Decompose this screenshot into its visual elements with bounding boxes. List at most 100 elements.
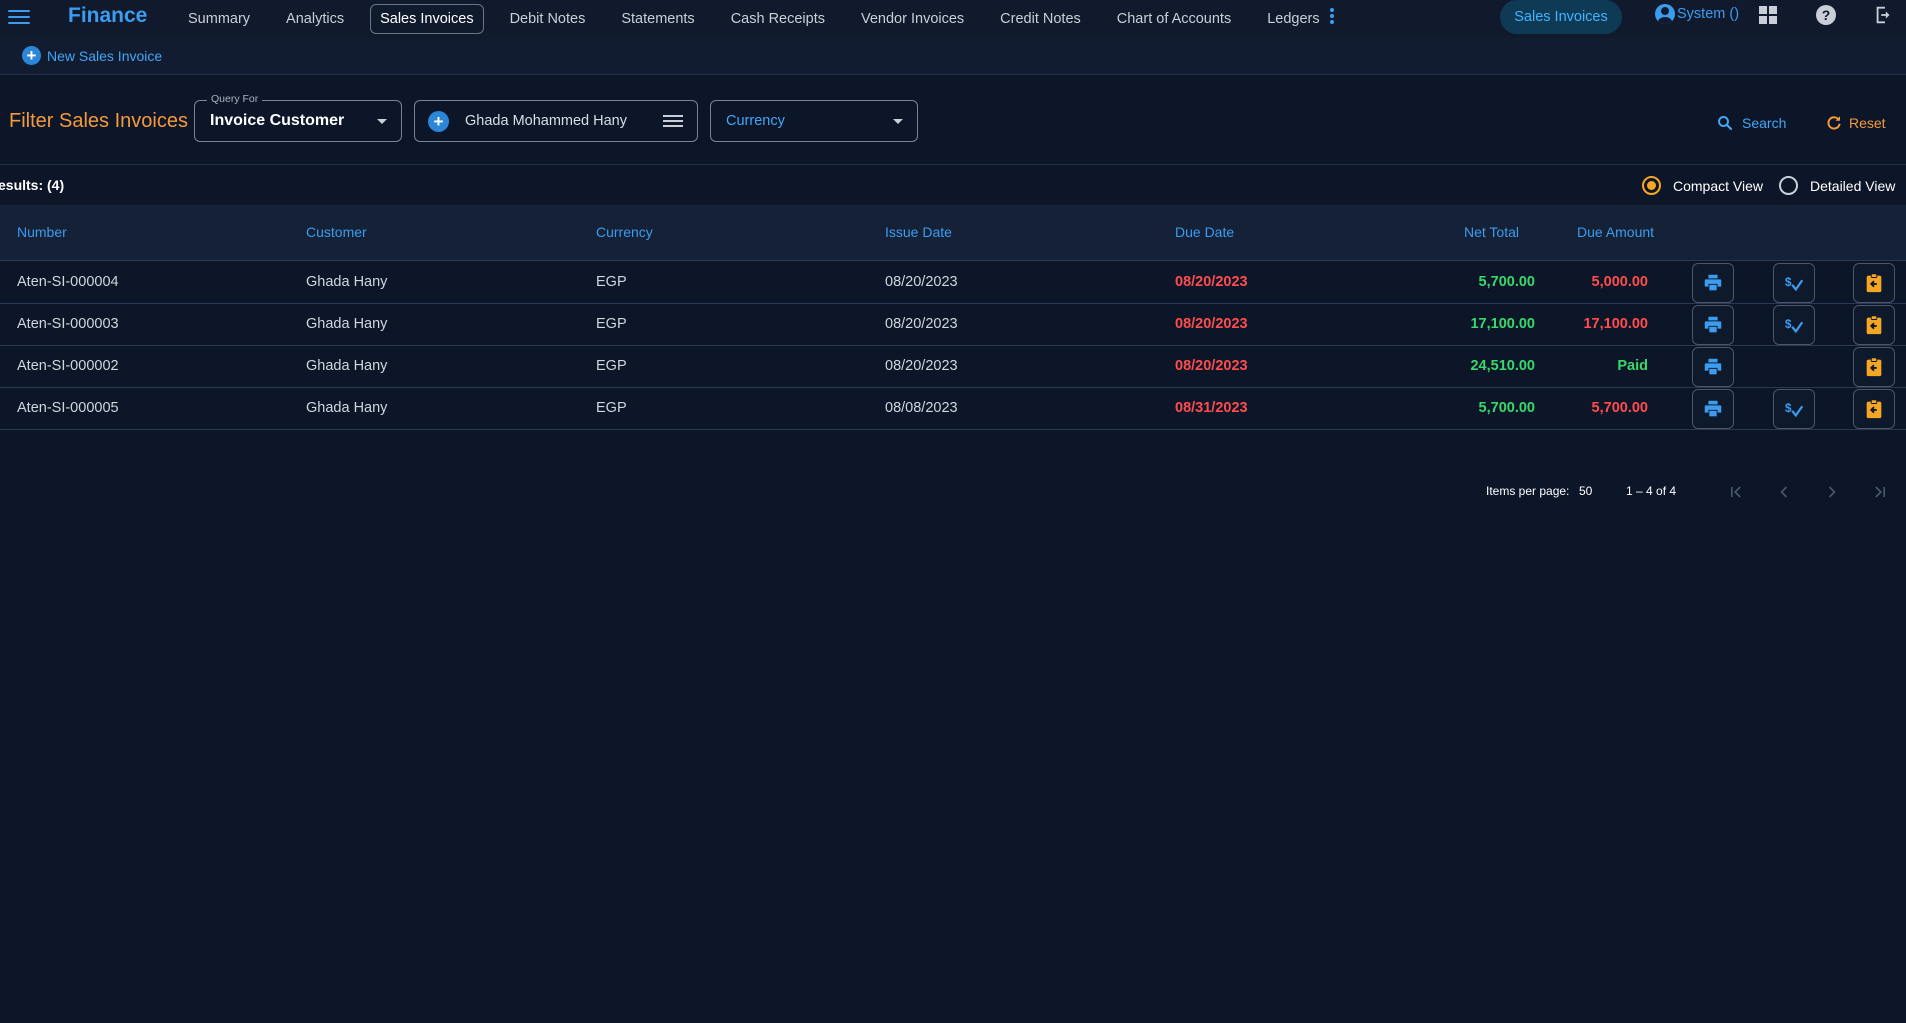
- logout-icon[interactable]: [1873, 4, 1895, 26]
- due-date: 08/20/2023: [1175, 316, 1248, 332]
- clipboard-button[interactable]: [1853, 263, 1895, 303]
- more-vert-icon[interactable]: [1326, 6, 1338, 28]
- nav-vendor-invoices[interactable]: Vendor Invoices: [851, 4, 974, 34]
- new-sales-invoice-label: New Sales Invoice: [47, 47, 163, 64]
- radio-unchecked-icon: [1779, 176, 1798, 195]
- table-row[interactable]: Aten-SI-000002 Ghada Hany EGP 08/20/2023 08/…: [0, 346, 1906, 388]
- nav-summary[interactable]: Summary: [178, 4, 260, 34]
- items-per-page-select[interactable]: 50: [1579, 484, 1592, 498]
- payment-button[interactable]: $: [1773, 389, 1815, 429]
- col-customer[interactable]: Customer: [306, 224, 367, 240]
- nav-ledgers[interactable]: Ledgers: [1257, 4, 1329, 34]
- issue-date: 08/08/2023: [885, 400, 958, 416]
- query-for-select[interactable]: Query For Invoice Customer: [194, 93, 402, 142]
- svg-text:$: $: [1785, 401, 1792, 415]
- customer-name: Ghada Hany: [306, 274, 388, 290]
- nav-credit-notes[interactable]: Credit Notes: [990, 4, 1091, 34]
- col-net-total[interactable]: Net Total: [1464, 224, 1519, 240]
- menu-icon[interactable]: [8, 6, 30, 28]
- top-navbar: Finance Summary Analytics Sales Invoices…: [0, 0, 1906, 38]
- issue-date: 08/20/2023: [885, 316, 958, 332]
- currency-placeholder: Currency: [726, 113, 785, 129]
- invoice-number[interactable]: Aten-SI-000003: [17, 316, 119, 332]
- nav-cash-receipts[interactable]: Cash Receipts: [721, 4, 835, 34]
- clipboard-icon: [1866, 315, 1882, 335]
- print-button[interactable]: [1692, 263, 1734, 303]
- dashboard-icon[interactable]: [1759, 6, 1777, 24]
- currency-code: EGP: [596, 274, 627, 290]
- clipboard-icon: [1866, 357, 1882, 377]
- net-total: 17,100.00: [1470, 316, 1535, 332]
- invoice-number[interactable]: Aten-SI-000002: [17, 358, 119, 374]
- print-icon: [1704, 274, 1722, 291]
- paginator: Items per page: 50 1 – 4 of 4: [0, 480, 1906, 504]
- search-button[interactable]: Search: [1716, 114, 1786, 132]
- col-due-date[interactable]: Due Date: [1175, 224, 1234, 240]
- query-for-value: Invoice Customer: [210, 112, 345, 129]
- detailed-view-radio[interactable]: Detailed View: [1779, 176, 1895, 195]
- svg-text:$: $: [1785, 317, 1792, 331]
- app-brand[interactable]: Finance: [68, 4, 147, 28]
- action-bar: + New Sales Invoice: [0, 38, 1906, 75]
- chevron-down-icon: [377, 119, 387, 124]
- query-for-legend: Query For: [207, 93, 263, 105]
- nav-debit-notes[interactable]: Debit Notes: [500, 4, 596, 34]
- search-icon: [1718, 116, 1733, 131]
- col-number[interactable]: Number: [17, 224, 67, 240]
- reset-icon: [1827, 116, 1841, 130]
- new-sales-invoice-button[interactable]: + New Sales Invoice: [22, 46, 162, 65]
- prev-page-icon[interactable]: [1774, 482, 1794, 502]
- col-due-amount[interactable]: Due Amount: [1577, 224, 1654, 240]
- payment-button[interactable]: $: [1773, 305, 1815, 345]
- next-page-icon[interactable]: [1822, 482, 1842, 502]
- clipboard-icon: [1866, 273, 1882, 293]
- table-row[interactable]: Aten-SI-000004 Ghada Hany EGP 08/20/2023 08/…: [0, 262, 1906, 304]
- table-row[interactable]: Aten-SI-000003 Ghada Hany EGP 08/20/2023 08/…: [0, 304, 1906, 346]
- module-pill[interactable]: Sales Invoices: [1500, 0, 1622, 34]
- print-button[interactable]: [1692, 347, 1734, 387]
- payment-icon: $: [1785, 275, 1804, 292]
- invoice-number[interactable]: Aten-SI-000004: [17, 274, 119, 290]
- customer-name: Ghada Hany: [306, 316, 388, 332]
- clipboard-button[interactable]: [1853, 305, 1895, 345]
- chevron-down-icon: [893, 119, 903, 124]
- list-icon[interactable]: [663, 115, 683, 130]
- print-icon: [1704, 358, 1722, 375]
- svg-text:$: $: [1785, 275, 1792, 289]
- user-menu[interactable]: System (): [1655, 4, 1739, 24]
- customer-field[interactable]: + Ghada Mohammed Hany: [414, 100, 698, 142]
- payment-icon: $: [1785, 401, 1804, 418]
- currency-select[interactable]: Currency: [710, 100, 918, 142]
- first-page-icon[interactable]: [1726, 482, 1746, 502]
- due-amount: 17,100.00: [1583, 316, 1648, 332]
- customer-name: Ghada Hany: [306, 358, 388, 374]
- add-circle-icon[interactable]: +: [428, 110, 449, 132]
- nav-analytics[interactable]: Analytics: [276, 4, 354, 34]
- payment-button[interactable]: $: [1773, 263, 1815, 303]
- results-count: esults: (4): [0, 177, 65, 193]
- currency-code: EGP: [596, 400, 627, 416]
- last-page-icon[interactable]: [1870, 482, 1890, 502]
- nav-statements[interactable]: Statements: [611, 4, 704, 34]
- print-button[interactable]: [1692, 305, 1734, 345]
- reset-button[interactable]: Reset: [1825, 114, 1886, 132]
- print-icon: [1704, 400, 1722, 417]
- col-currency[interactable]: Currency: [596, 224, 653, 240]
- due-amount: 5,700.00: [1591, 400, 1648, 416]
- clipboard-button[interactable]: [1853, 347, 1895, 387]
- due-date: 08/20/2023: [1175, 274, 1248, 290]
- col-issue-date[interactable]: Issue Date: [885, 224, 952, 240]
- radio-checked-icon: [1642, 176, 1661, 195]
- invoice-number[interactable]: Aten-SI-000005: [17, 400, 119, 416]
- help-icon[interactable]: ?: [1816, 5, 1836, 25]
- due-amount: Paid: [1617, 358, 1648, 374]
- compact-view-radio[interactable]: Compact View: [1642, 176, 1763, 195]
- nav-sales-invoices[interactable]: Sales Invoices: [370, 4, 484, 34]
- nav-chart-of-accounts[interactable]: Chart of Accounts: [1107, 4, 1241, 34]
- table-row[interactable]: Aten-SI-000005 Ghada Hany EGP 08/08/2023 08/…: [0, 388, 1906, 430]
- clipboard-button[interactable]: [1853, 389, 1895, 429]
- due-date: 08/20/2023: [1175, 358, 1248, 374]
- account-icon: [1655, 4, 1675, 24]
- clipboard-icon: [1866, 399, 1882, 419]
- print-button[interactable]: [1692, 389, 1734, 429]
